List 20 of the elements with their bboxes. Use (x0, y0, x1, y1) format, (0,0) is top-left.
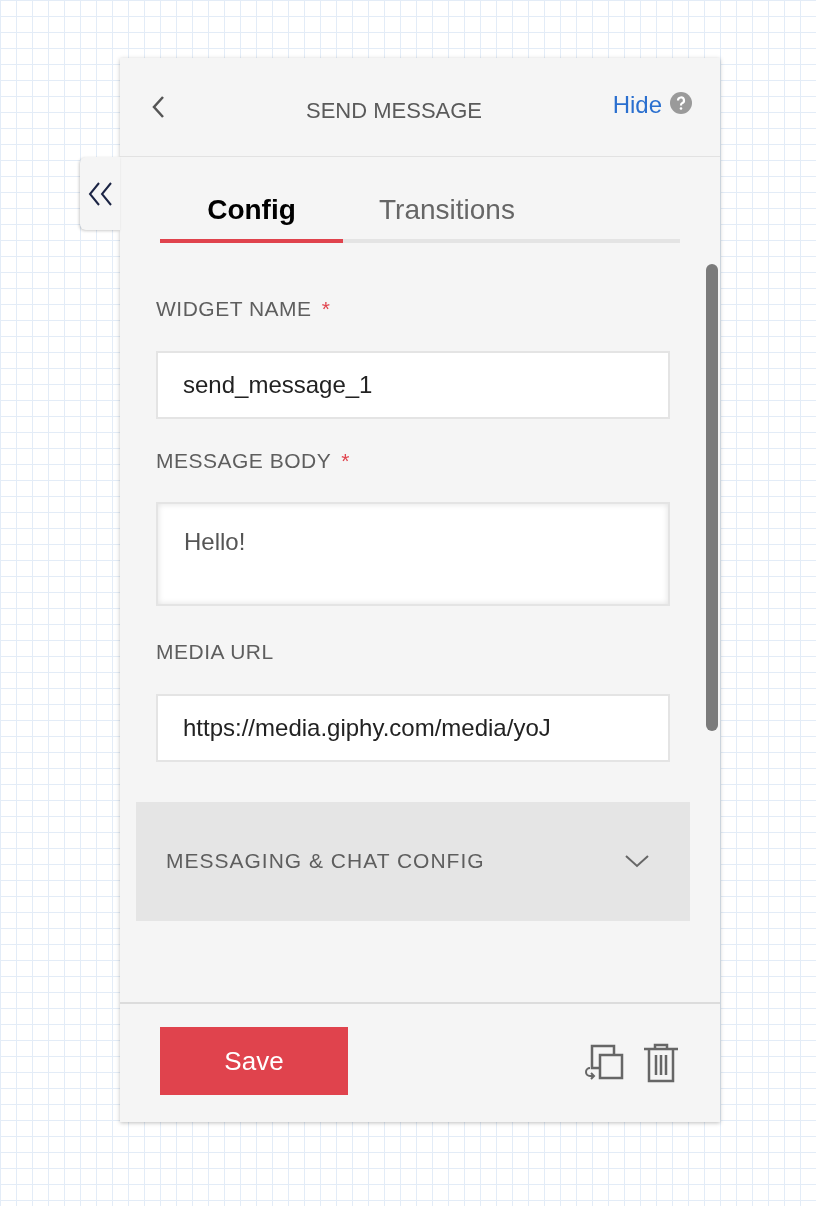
required-mark: * (321, 296, 331, 322)
scrollbar[interactable] (706, 264, 718, 731)
tab[interactable]: Config (160, 189, 343, 243)
help-icon[interactable] (670, 92, 692, 114)
panel-title: SEND MESSAGE (306, 97, 483, 125)
required-mark: * (341, 447, 350, 474)
text-field[interactable]: send_message_1 (156, 350, 670, 419)
hide-link[interactable]: Hide (612, 87, 662, 123)
field-label: MEDIA URL (156, 639, 274, 665)
accordion-header[interactable]: MESSAGING & CHAT CONFIG (136, 801, 690, 921)
tab[interactable]: Transitions (343, 189, 551, 243)
save-button[interactable]: Save (160, 1027, 348, 1095)
field-label: WIDGET NAME (156, 296, 312, 322)
field-label: MESSAGE BODY (156, 447, 332, 474)
text-field[interactable]: https://media.giphy.com/media/yoJ (156, 693, 670, 762)
collapse-tab[interactable] (80, 157, 120, 230)
chevron-icon (624, 853, 650, 869)
trash-icon[interactable] (642, 1042, 680, 1084)
message-body-field[interactable]: Hello! (156, 502, 670, 606)
back-icon[interactable] (151, 94, 167, 120)
